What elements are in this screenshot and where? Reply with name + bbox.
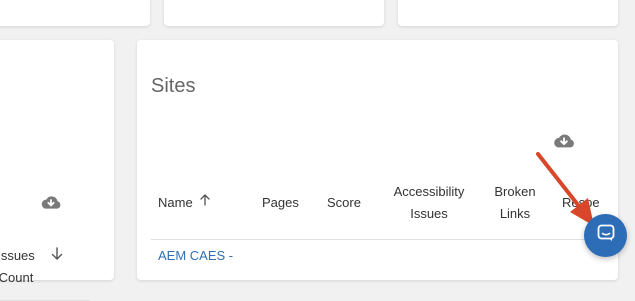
summary-card-1 bbox=[0, 0, 150, 26]
column-header-accessibility-issues[interactable]: Accessibility Issues bbox=[387, 181, 471, 225]
left-panel: t Issues Count bbox=[0, 40, 114, 301]
column-header-pages[interactable]: Pages bbox=[262, 192, 299, 214]
cloud-download-icon[interactable] bbox=[552, 132, 576, 156]
column-header-issues-count[interactable]: Issues Count bbox=[0, 245, 42, 289]
divider bbox=[151, 239, 618, 240]
column-header-name[interactable]: Name bbox=[158, 192, 211, 214]
column-header-score[interactable]: Score bbox=[327, 192, 361, 214]
page-title: Sites bbox=[151, 74, 196, 97]
cloud-download-icon[interactable] bbox=[40, 194, 62, 217]
arrow-down-icon[interactable] bbox=[50, 245, 64, 268]
chat-bubble-icon bbox=[596, 223, 616, 248]
column-header-broken-links[interactable]: Broken Links bbox=[489, 181, 541, 225]
summary-card-2 bbox=[164, 0, 384, 26]
arrow-up-icon bbox=[199, 192, 211, 214]
site-name-link[interactable]: AEM CAES - bbox=[158, 248, 233, 263]
column-header-responsive[interactable]: Respe bbox=[562, 192, 618, 214]
chat-button[interactable] bbox=[584, 214, 627, 257]
sites-panel: Sites Name Pages Score Accessibility Iss… bbox=[137, 40, 618, 280]
summary-card-3 bbox=[398, 0, 618, 26]
